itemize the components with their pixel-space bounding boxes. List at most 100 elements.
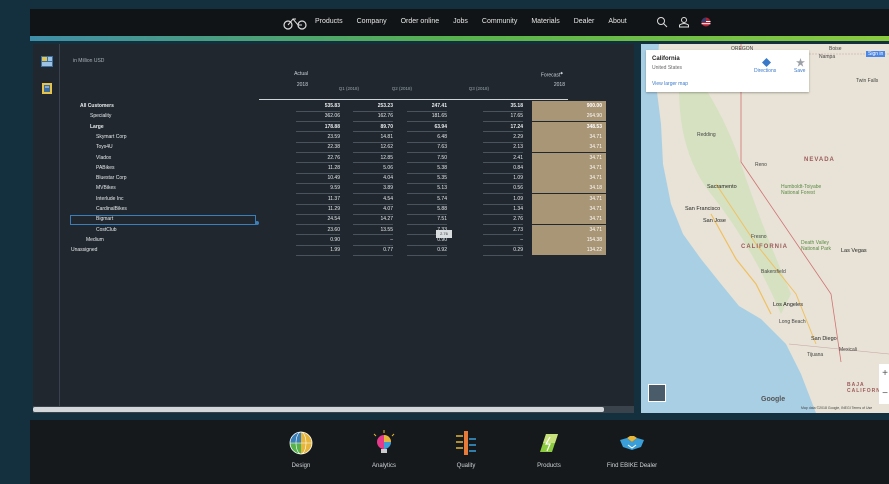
cell-forecast[interactable]: 348.53	[532, 121, 606, 132]
table-view-icon[interactable]	[41, 56, 53, 67]
cell-q3: 1.34	[513, 206, 523, 212]
cell-actual: 1.99	[330, 247, 340, 254]
table-row[interactable]: Speciality 362.06 162.76 181.65 17.65 264.90	[71, 111, 606, 122]
table-row[interactable]: Interlude Inc 11.37 4.54 5.74 1.09 34.71	[71, 193, 606, 204]
table-row[interactable]: Medium 0.90–0.90–154.38	[71, 234, 606, 245]
map-label-bakersfield: Bakersfield	[761, 269, 786, 275]
cell-q3: 35.18	[510, 103, 523, 109]
view-larger-map-link[interactable]: View larger map	[652, 81, 688, 87]
cell-forecast[interactable]: 34.18	[532, 183, 606, 194]
book-icon[interactable]	[41, 83, 53, 94]
footer-item-design[interactable]: Design	[271, 430, 331, 470]
table-row[interactable]: Skymart Corp 23.59 14.81 6.48 2.29 34.71	[71, 131, 606, 142]
cell-q3: 0.29	[513, 247, 523, 254]
footer-item-quality[interactable]: Quality	[436, 430, 496, 470]
nav-item-order-online[interactable]: Order online	[401, 16, 440, 28]
table-row[interactable]: MVBikes 9.59 3.89 5.13 0.56 34.18	[71, 183, 606, 194]
map-label-long-beach: Long Beach	[779, 319, 806, 325]
map-label-sacramento: Sacramento	[707, 184, 737, 190]
map-label-humboldt: Humboldt-Toiyabe National Forest	[781, 184, 822, 196]
header-rule	[259, 99, 568, 100]
nav-item-products[interactable]: Products	[315, 16, 343, 28]
cell-q2: 5.38	[437, 164, 447, 171]
footer-item-find-dealer[interactable]: Find EBIKE Dealer	[602, 430, 662, 470]
cell-forecast[interactable]: 154.38	[532, 234, 606, 245]
table-row[interactable]: PABikes 11.28 5.06 5.38 0.84 34.71	[71, 162, 606, 173]
cell-forecast[interactable]: 34.71	[532, 224, 606, 235]
footer-label-analytics: Analytics	[371, 463, 396, 469]
cell-forecast[interactable]: 34.71	[532, 193, 606, 204]
horizontal-scrollbar[interactable]	[33, 406, 634, 413]
left-rail	[33, 44, 60, 413]
cell-forecast[interactable]: 34.71	[532, 131, 606, 142]
globe-icon	[289, 431, 313, 455]
table-row[interactable]: Unassigned 1.99 0.77 0.92 0.29 134.22	[71, 245, 606, 256]
cell-forecast[interactable]: 34.71	[532, 214, 606, 225]
us-flag-icon[interactable]	[700, 16, 712, 28]
save-button[interactable]: Save	[794, 68, 805, 74]
satellite-toggle[interactable]	[648, 384, 666, 402]
search-icon[interactable]	[656, 16, 668, 28]
cell-q3: 17.24	[510, 123, 523, 130]
col-header-forecast-year: 2018	[553, 82, 565, 88]
california-map[interactable]: California United States View larger map…	[641, 44, 889, 413]
directions-button[interactable]: Directions	[754, 68, 776, 74]
star-icon[interactable]	[796, 58, 805, 67]
handshake-icon	[620, 436, 644, 450]
scrollbar-thumb[interactable]	[33, 407, 604, 412]
top-icons	[656, 16, 712, 28]
cell-q1: 14.27	[380, 216, 393, 223]
bike-logo-icon[interactable]	[283, 16, 307, 30]
cell-forecast[interactable]: 34.71	[532, 173, 606, 184]
cell-q2: 5.88	[437, 206, 447, 212]
footer-item-products[interactable]: Products	[519, 430, 579, 470]
footer-item-analytics[interactable]: Analytics	[354, 430, 414, 470]
nav-item-jobs[interactable]: Jobs	[453, 16, 468, 28]
nav-item-company[interactable]: Company	[357, 16, 387, 28]
cell-q1: 4.04	[383, 175, 393, 182]
sign-in-button[interactable]: Sign in	[866, 51, 886, 57]
cell-divider	[353, 255, 393, 256]
zoom-in-button[interactable]: +	[879, 364, 889, 384]
zoom-out-button[interactable]: −	[879, 384, 889, 404]
quality-icon	[456, 431, 476, 455]
row-label: PABikes	[96, 164, 115, 171]
cell-forecast[interactable]: 34.71	[532, 152, 606, 163]
table-row[interactable]: Toys4U 22.38 12.62 7.63 2.13 34.71	[71, 142, 606, 153]
cell-forecast[interactable]: 900.00	[532, 101, 606, 111]
row-label: Skymart Corp	[96, 133, 127, 140]
nav-item-dealer[interactable]: Dealer	[574, 16, 595, 28]
table-row[interactable]: CardinalBikes 11.29 4.07 5.88 1.34 34.71	[71, 204, 606, 214]
cell-q3: 17.65	[510, 113, 523, 120]
directions-icon[interactable]	[762, 58, 771, 67]
table-row[interactable]: Vladox 22.76 12.85 7.50 2.41 34.71	[71, 152, 606, 163]
cell-forecast[interactable]: 34.71	[532, 162, 606, 173]
cell-q3: 0.84	[513, 164, 523, 171]
nav-item-materials[interactable]: Materials	[531, 16, 559, 28]
cell-q3: 2.29	[513, 133, 523, 140]
user-icon[interactable]	[678, 16, 690, 28]
cell-forecast[interactable]: 134.22	[532, 245, 606, 256]
table-row[interactable]: All Customers 535.83 253.23 247.41 35.18 900.…	[71, 101, 606, 111]
table-row[interactable]: Bluestar Corp 10.49 4.04 5.35 1.09 34.71	[71, 173, 606, 184]
table-row[interactable]: CostClub23.6013.557.332.7334.71	[71, 224, 606, 235]
cell-forecast[interactable]: 34.71	[532, 204, 606, 214]
cell-forecast[interactable]: 264.90	[532, 111, 606, 122]
nav-item-community[interactable]: Community	[482, 16, 517, 28]
cell-forecast[interactable]: 34.71	[532, 142, 606, 153]
cell-q2: 7.51	[437, 216, 447, 223]
cell-actual: 11.37	[327, 195, 340, 202]
map-attribution[interactable]: Map data ©2018 Google, INEGI Terms of Us…	[801, 406, 872, 410]
col-header-q1: Q1 (2018)	[338, 86, 359, 91]
cell-q1: 13.55	[380, 226, 393, 233]
nav-item-about[interactable]: About	[608, 16, 626, 28]
cell-q2: 0.92	[437, 247, 447, 254]
footer-label-find-dealer: Find EBIKE Dealer	[606, 463, 658, 469]
table-row[interactable]: Large 178.88 89.70 63.94 17.24 348.53	[71, 121, 606, 132]
cell-actual: 11.28	[327, 164, 340, 171]
bulb-icon	[373, 430, 395, 453]
cell-actual: 0.90	[330, 236, 340, 243]
selected-row-outline	[70, 215, 256, 225]
selection-handle[interactable]	[255, 221, 259, 225]
cell-q3: –	[520, 236, 523, 243]
